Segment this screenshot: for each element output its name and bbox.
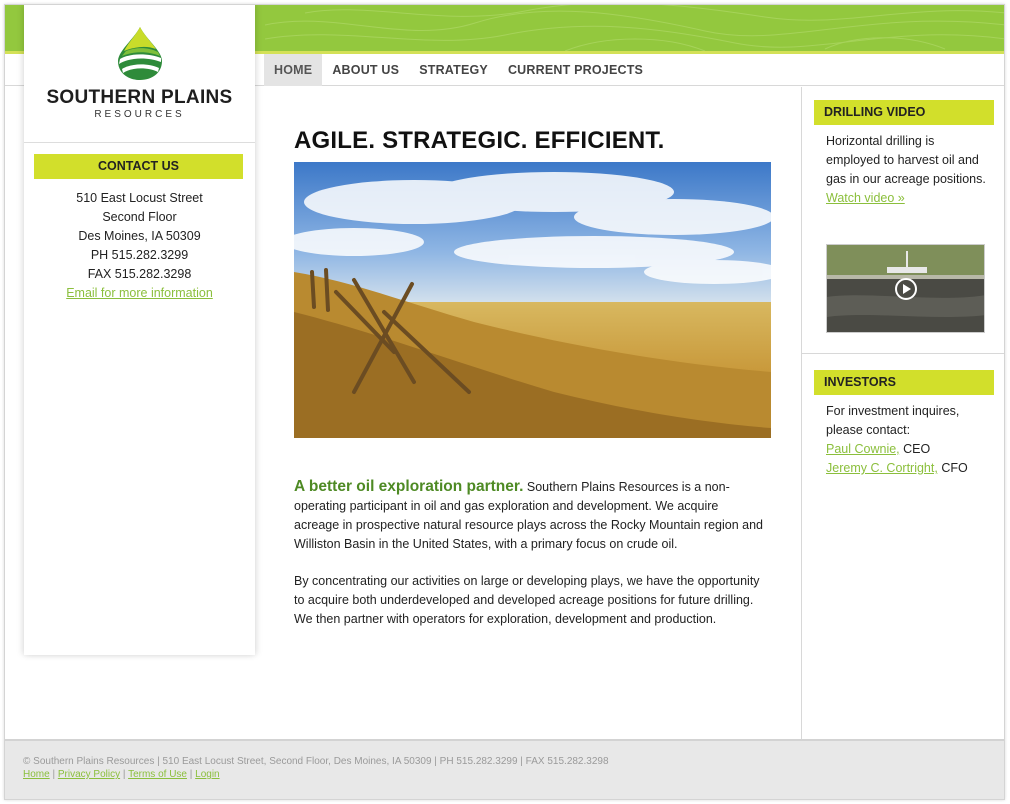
- ceo-link[interactable]: Paul Cownie,: [826, 442, 900, 456]
- footer-login-link[interactable]: Login: [195, 769, 219, 780]
- watch-video-link[interactable]: Watch video »: [826, 191, 905, 205]
- investor-contact: Paul Cownie, CEO: [826, 440, 991, 459]
- address-line: 510 East Locust Street: [76, 191, 203, 205]
- cfo-link[interactable]: Jeremy C. Cortright,: [826, 461, 938, 475]
- cfo-role: CFO: [937, 461, 968, 475]
- fax-line: FAX 515.282.3298: [87, 267, 192, 281]
- footer-privacy-link[interactable]: Privacy Policy: [58, 769, 120, 780]
- nav-current-projects[interactable]: CURRENT PROJECTS: [498, 54, 653, 86]
- address-line: Des Moines, IA 50309: [78, 229, 201, 243]
- oil-drop-logo-icon: [118, 27, 162, 80]
- left-sidebar: SOUTHERN PLAINS RESOURCES CONTACT US 510…: [24, 5, 255, 655]
- logo-title: SOUTHERN PLAINS: [46, 87, 233, 108]
- right-divider: [802, 353, 1004, 354]
- second-paragraph: By concentrating our activities on large…: [294, 574, 760, 626]
- investors-text: For investment inquires, please contact:…: [826, 402, 991, 478]
- drilling-video-heading: DRILLING VIDEO: [814, 100, 994, 125]
- investors-intro: For investment inquires, please contact:: [826, 404, 960, 437]
- phone-line: PH 515.282.3299: [90, 248, 189, 262]
- footer-terms-link[interactable]: Terms of Use: [128, 769, 187, 780]
- contact-address: 510 East Locust Street Second Floor Des …: [24, 189, 255, 303]
- intro-paragraph: A better oil exploration partner. Southe…: [294, 477, 764, 554]
- right-column: DRILLING VIDEO Horizontal drilling is em…: [801, 87, 1004, 739]
- contact-heading: CONTACT US: [34, 154, 243, 179]
- prairie-landscape-image: [294, 162, 771, 438]
- drilling-video-text: Horizontal drilling is employed to harve…: [826, 132, 991, 208]
- logo[interactable]: SOUTHERN PLAINS RESOURCES: [24, 5, 255, 143]
- investors-heading: INVESTORS: [814, 370, 994, 395]
- footer-links: Home | Privacy Policy | Terms of Use | L…: [23, 769, 220, 780]
- video-description: Horizontal drilling is employed to harve…: [826, 134, 986, 186]
- footer: © Southern Plains Resources | 510 East L…: [5, 739, 1004, 799]
- investor-contact: Jeremy C. Cortright, CFO: [826, 459, 991, 478]
- ceo-role: CEO: [899, 442, 931, 456]
- address-line: Second Floor: [102, 210, 177, 224]
- page: HOME ABOUT US STRATEGY CURRENT PROJECTS …: [4, 4, 1005, 800]
- intro-lead: A better oil exploration partner.: [294, 478, 524, 495]
- footer-copyright: © Southern Plains Resources | 510 East L…: [23, 756, 609, 767]
- drilling-video-still: [827, 245, 984, 332]
- nav-items: HOME ABOUT US STRATEGY CURRENT PROJECTS: [264, 54, 653, 86]
- video-thumbnail[interactable]: [826, 244, 985, 333]
- page-headline: AGILE. STRATEGIC. EFFICIENT.: [294, 127, 665, 154]
- nav-home[interactable]: HOME: [264, 54, 323, 86]
- nav-about-us[interactable]: ABOUT US: [322, 54, 409, 86]
- footer-home-link[interactable]: Home: [23, 769, 50, 780]
- email-link[interactable]: Email for more information: [66, 286, 213, 300]
- sidebar-fade: [24, 575, 255, 655]
- logo-subtitle: RESOURCES: [94, 109, 185, 120]
- nav-strategy[interactable]: STRATEGY: [409, 54, 498, 86]
- intro-copy: A better oil exploration partner. Southe…: [294, 477, 764, 647]
- hero-image: [294, 162, 771, 438]
